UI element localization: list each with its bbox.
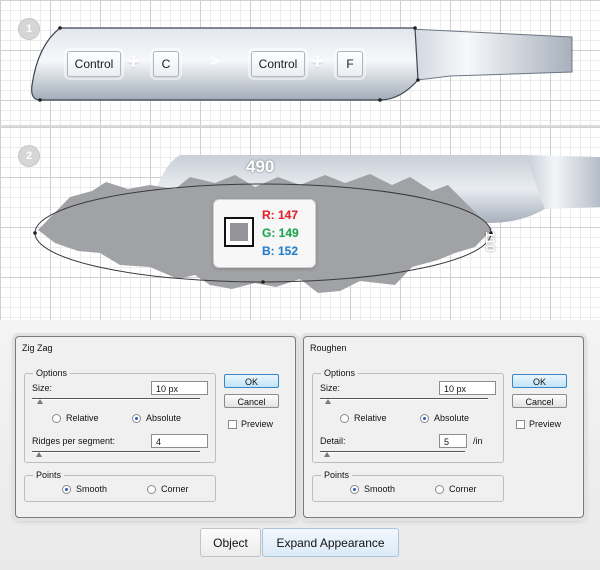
absolute-label: Absolute bbox=[146, 413, 182, 423]
key-control-1: Control bbox=[67, 51, 121, 77]
options-group: Options Size: 10 px Relative Absolute De… bbox=[312, 368, 504, 463]
cancel-button[interactable]: Cancel bbox=[224, 394, 279, 408]
options-title: Options bbox=[33, 368, 71, 378]
object-menu-button[interactable]: Object bbox=[200, 528, 261, 557]
roughen-dialog: Roughen Options Size: 10 px Relative Abs… bbox=[303, 336, 584, 518]
key-f: F bbox=[337, 51, 363, 77]
ridges-slider-thumb[interactable] bbox=[35, 452, 42, 457]
absolute-radio[interactable] bbox=[132, 414, 141, 423]
size-label: Size: bbox=[32, 383, 53, 393]
smooth-label: Smooth bbox=[76, 484, 108, 494]
corner-label: Corner bbox=[161, 484, 189, 494]
size-slider-track[interactable] bbox=[32, 398, 200, 400]
preview-checkbox[interactable] bbox=[228, 420, 237, 429]
points-group: Points Smooth Corner bbox=[312, 470, 504, 502]
color-readout-panel: R: 147 G: 149 B: 152 bbox=[213, 199, 316, 268]
plus-icon: + bbox=[311, 49, 324, 74]
chevron-right-icon: > bbox=[210, 53, 220, 70]
relative-label: Relative bbox=[66, 413, 99, 423]
color-swatch bbox=[230, 223, 248, 241]
detail-field[interactable]: 5 bbox=[439, 434, 467, 448]
points-title: Points bbox=[321, 470, 353, 480]
smooth-label: Smooth bbox=[364, 484, 396, 494]
size-label: Size: bbox=[320, 383, 341, 393]
options-title: Options bbox=[321, 368, 359, 378]
key-control-2: Control bbox=[251, 51, 305, 77]
green-value: G: 149 bbox=[262, 226, 299, 240]
red-value: R: 147 bbox=[262, 208, 299, 222]
size-field[interactable]: 10 px bbox=[151, 381, 208, 395]
corner-radio[interactable] bbox=[435, 485, 444, 494]
expand-appearance-button[interactable]: Expand Appearance bbox=[262, 528, 399, 557]
preview-label: Preview bbox=[529, 419, 562, 429]
options-group: Options Size: 10 px Relative Absolute Ri… bbox=[24, 368, 216, 463]
size-slider-thumb[interactable] bbox=[37, 399, 44, 404]
absolute-radio[interactable] bbox=[420, 414, 429, 423]
detail-slider-thumb[interactable] bbox=[324, 452, 331, 457]
smooth-radio[interactable] bbox=[62, 485, 71, 494]
absolute-label: Absolute bbox=[434, 413, 470, 423]
ridges-slider-track[interactable] bbox=[32, 451, 200, 453]
ridges-field[interactable]: 4 bbox=[151, 434, 208, 448]
size-slider-thumb[interactable] bbox=[325, 399, 332, 404]
smooth-radio[interactable] bbox=[350, 485, 359, 494]
step-badge-1: 1 bbox=[18, 18, 40, 40]
artboard-step-1: 1 Control + C > Control + F bbox=[0, 0, 600, 127]
size-field[interactable]: 10 px bbox=[439, 381, 496, 395]
key-c: C bbox=[153, 51, 179, 77]
ridges-label: Ridges per segment: bbox=[32, 436, 116, 446]
color-swatch-frame bbox=[224, 217, 254, 247]
preview-label: Preview bbox=[241, 419, 274, 429]
blue-value: B: 152 bbox=[262, 244, 299, 258]
cancel-button[interactable]: Cancel bbox=[512, 394, 567, 408]
detail-label: Detail: bbox=[320, 436, 346, 446]
detail-slider-track[interactable] bbox=[320, 451, 465, 453]
dialog-title: Roughen bbox=[310, 343, 347, 353]
preview-checkbox[interactable] bbox=[516, 420, 525, 429]
width-label: 490 bbox=[246, 157, 275, 176]
points-group: Points Smooth Corner bbox=[24, 470, 216, 502]
detail-unit: /in bbox=[473, 436, 483, 446]
relative-label: Relative bbox=[354, 413, 387, 423]
relative-radio[interactable] bbox=[340, 414, 349, 423]
size-slider-track[interactable] bbox=[320, 398, 488, 400]
relative-radio[interactable] bbox=[52, 414, 61, 423]
ok-button[interactable]: OK bbox=[224, 374, 279, 388]
dialog-title: Zig Zag bbox=[22, 343, 53, 353]
zigzag-dialog: Zig Zag Options Size: 10 px Relative Abs… bbox=[15, 336, 296, 518]
plus-icon: + bbox=[127, 49, 140, 74]
corner-label: Corner bbox=[449, 484, 477, 494]
corner-radio[interactable] bbox=[147, 485, 156, 494]
height-label: 110 bbox=[483, 231, 498, 252]
ok-button[interactable]: OK bbox=[512, 374, 567, 388]
points-title: Points bbox=[33, 470, 65, 480]
